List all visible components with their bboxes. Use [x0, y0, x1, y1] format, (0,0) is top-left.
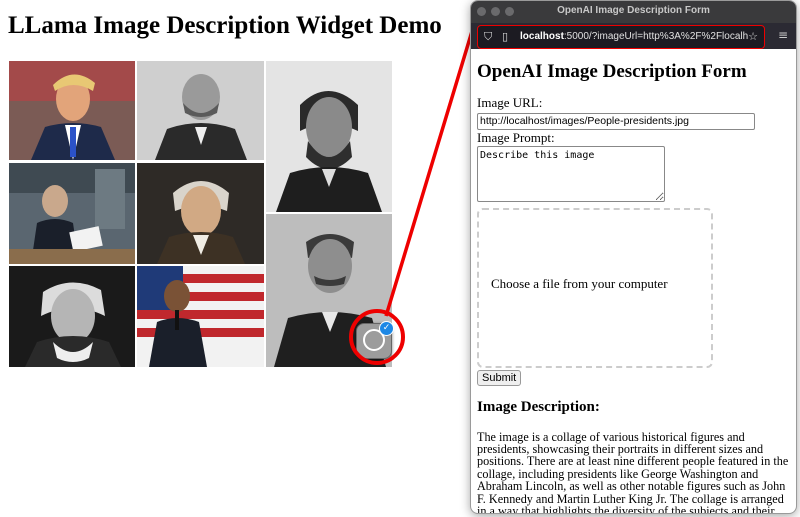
- image-prompt-textarea[interactable]: Describe this image: [477, 145, 665, 202]
- image-description-text: The image is a collage of various histor…: [477, 429, 789, 514]
- president-portrait-8: [137, 266, 264, 367]
- form-heading: OpenAI Image Description Form: [477, 61, 747, 82]
- dropzone-text: Choose a file from your computer: [491, 275, 668, 291]
- president-portrait-3: [266, 61, 392, 212]
- presidents-collage-image: [9, 61, 392, 367]
- menu-icon[interactable]: ≡: [778, 28, 788, 42]
- page-icon: ▯: [502, 30, 509, 43]
- bookmark-star-icon[interactable]: ☆: [748, 30, 758, 43]
- window-title: OpenAI Image Description Form: [557, 5, 710, 16]
- check-icon: ✓: [379, 321, 394, 336]
- image-prompt-label: Image Prompt:: [477, 129, 555, 145]
- president-portrait-7: [9, 266, 135, 367]
- address-bar-url: localhost:5000/?imageUrl=http%3A%2F%2Flo…: [520, 31, 758, 42]
- image-url-label: Image URL:: [477, 95, 543, 110]
- address-bar[interactable]: ⛉ ▯ localhost:5000/?imageUrl=http%3A%2F%…: [477, 25, 765, 49]
- url-host: localhost: [520, 31, 564, 42]
- shield-icon[interactable]: ⛉: [484, 30, 492, 44]
- url-path: :5000/?imageUrl=http%3A%2F%2Flocalh: [563, 31, 749, 42]
- file-dropzone[interactable]: Choose a file from your computer: [477, 207, 713, 368]
- image-url-input[interactable]: [477, 112, 755, 130]
- submit-button[interactable]: Submit: [477, 369, 522, 386]
- president-portrait-1: [9, 61, 135, 160]
- browser-window: OpenAI Image Description Form ⛉ ▯ localh…: [470, 0, 797, 514]
- page-title: LLama Image Description Widget Demo: [8, 12, 442, 39]
- image-description-heading: Image Description:: [477, 398, 600, 415]
- browser-toolbar: ⛉ ▯ localhost:5000/?imageUrl=http%3A%2F%…: [471, 23, 796, 49]
- president-portrait-2: [137, 61, 264, 160]
- president-portrait-4: [9, 163, 135, 264]
- image-description-widget-button[interactable]: ✓: [356, 321, 394, 359]
- window-titlebar: OpenAI Image Description Form: [471, 1, 796, 23]
- form-content: OpenAI Image Description Form Image URL:…: [477, 49, 789, 514]
- president-portrait-5: [137, 163, 264, 264]
